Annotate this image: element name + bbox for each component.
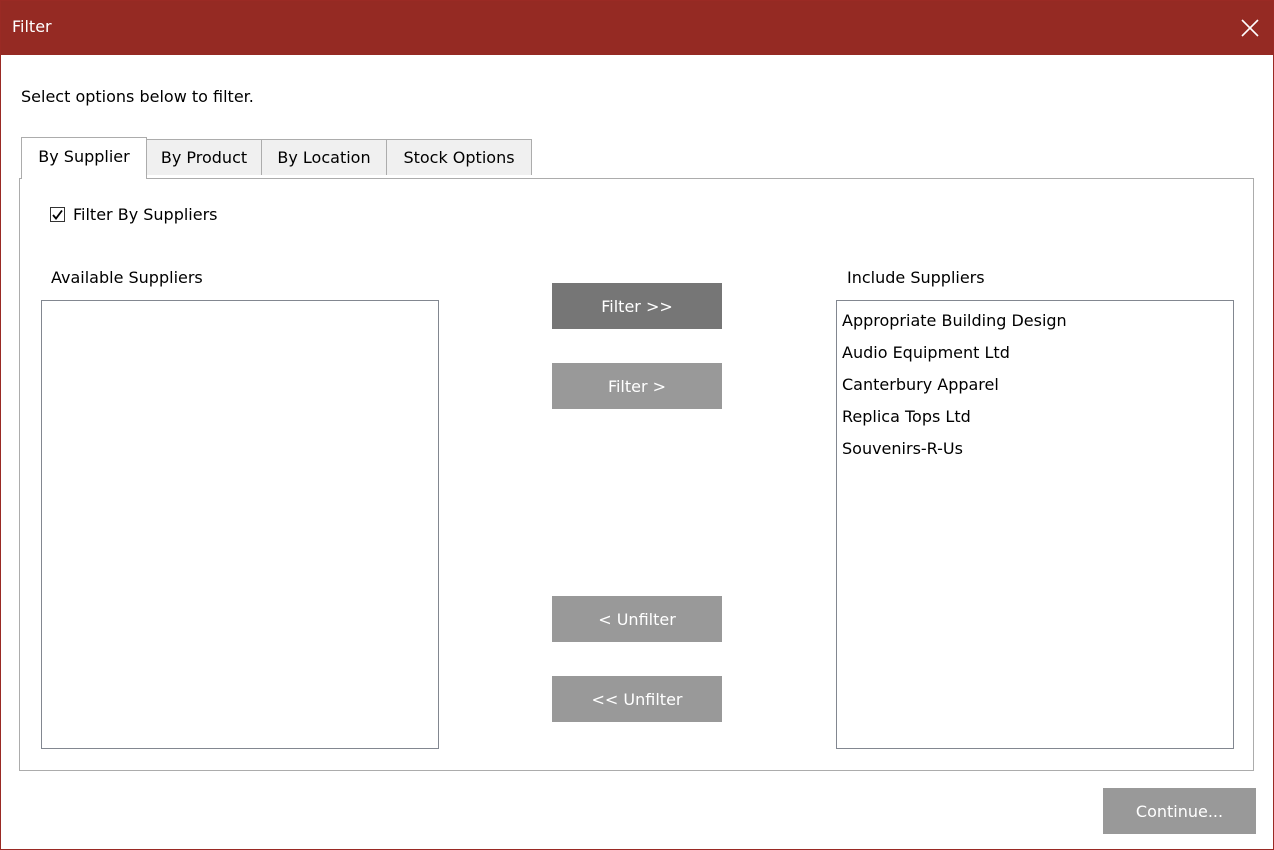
checkmark-icon (52, 209, 63, 220)
available-suppliers-list[interactable] (41, 300, 439, 749)
close-icon (1241, 19, 1259, 37)
available-suppliers-label: Available Suppliers (51, 268, 203, 287)
tab-by-product[interactable]: By Product (146, 139, 262, 175)
window-title: Filter (12, 17, 52, 36)
list-item[interactable]: Replica Tops Ltd (837, 401, 1233, 433)
close-button[interactable] (1227, 1, 1273, 55)
continue-button[interactable]: Continue... (1103, 788, 1256, 834)
tab-by-supplier[interactable]: By Supplier (21, 137, 147, 179)
instruction-text: Select options below to filter. (21, 87, 254, 106)
list-item[interactable]: Canterbury Apparel (837, 369, 1233, 401)
filter-by-suppliers-checkbox[interactable] (50, 207, 65, 222)
filter-selected-button[interactable]: Filter > (552, 363, 722, 409)
include-suppliers-label: Include Suppliers (847, 268, 985, 287)
filter-dialog: Filter Select options below to filter. B… (0, 0, 1274, 850)
tab-by-location[interactable]: By Location (261, 139, 387, 175)
title-bar: Filter (1, 1, 1273, 55)
tab-stock-options[interactable]: Stock Options (386, 139, 532, 175)
filter-by-suppliers-label: Filter By Suppliers (73, 205, 218, 224)
list-item[interactable]: Appropriate Building Design (837, 305, 1233, 337)
tab-panel-by-supplier: Filter By Suppliers Available Suppliers … (19, 178, 1254, 771)
unfilter-all-button[interactable]: << Unfilter (552, 676, 722, 722)
list-item[interactable]: Souvenirs-R-Us (837, 433, 1233, 465)
filter-all-button[interactable]: Filter >> (552, 283, 722, 329)
filter-by-suppliers-row[interactable]: Filter By Suppliers (50, 205, 218, 224)
list-item[interactable]: Audio Equipment Ltd (837, 337, 1233, 369)
unfilter-selected-button[interactable]: < Unfilter (552, 596, 722, 642)
include-suppliers-list[interactable]: Appropriate Building Design Audio Equipm… (836, 300, 1234, 749)
